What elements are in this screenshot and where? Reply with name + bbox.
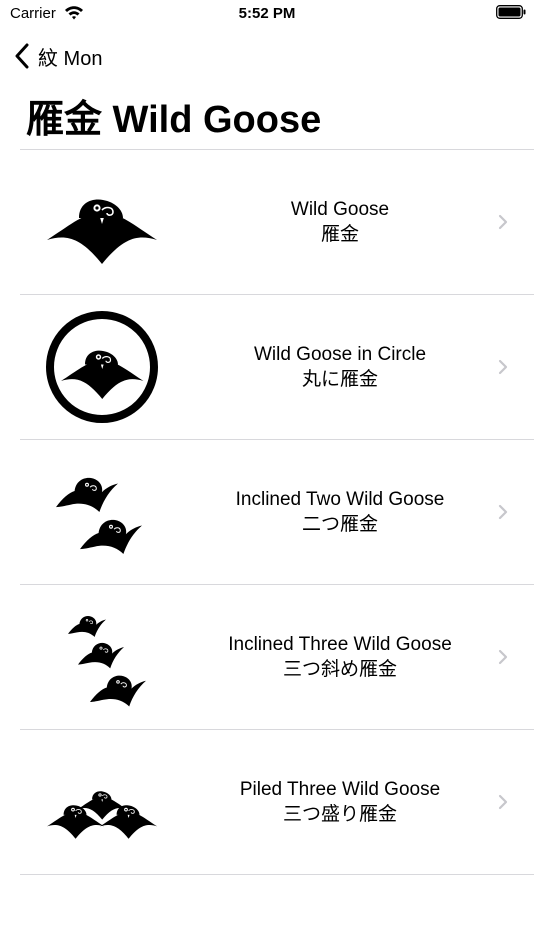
crest-list: Wild Goose 雁金 Wild Goose in Circle 丸に雁金 … — [20, 149, 534, 875]
row-title: Wild Goose in Circle — [253, 344, 427, 365]
battery-icon — [496, 5, 526, 19]
back-button-label: 紋 Mon — [38, 47, 103, 70]
row-subtitle: 丸に雁金 — [301, 368, 378, 390]
row-subtitle: 二つ雁金 — [301, 513, 378, 535]
list-item[interactable]: Inclined Two Wild Goose 二つ雁金 — [20, 439, 534, 584]
list-item[interactable]: Piled Three Wild Goose 三つ盛り雁金 — [20, 729, 534, 875]
chevron-right-icon — [498, 649, 508, 665]
list-item[interactable]: Wild Goose 雁金 — [20, 149, 534, 294]
clock: 5:52 PM — [238, 5, 296, 22]
page-title: 雁金 Wild Goose — [26, 99, 322, 141]
row-subtitle: 三つ斜め雁金 — [282, 658, 397, 680]
row-subtitle: 三つ盛り雁金 — [282, 803, 397, 825]
list-item[interactable]: Inclined Three Wild Goose 三つ斜め雁金 — [20, 584, 534, 729]
chevron-left-icon — [15, 43, 29, 69]
row-subtitle: 雁金 — [320, 223, 359, 245]
chevron-right-icon — [498, 504, 508, 520]
list-item[interactable]: Wild Goose in Circle 丸に雁金 — [20, 294, 534, 439]
back-button[interactable]: 紋 Mon — [14, 40, 102, 72]
row-title: Wild Goose — [290, 199, 390, 220]
wild-goose-crest-icon — [46, 198, 158, 265]
chevron-right-icon — [498, 794, 508, 810]
row-title: Inclined Three Wild Goose — [228, 634, 452, 655]
navigation-bar: 紋 Mon — [0, 36, 534, 76]
row-title: Piled Three Wild Goose — [239, 779, 441, 800]
status-bar: Carrier 5:52 PM — [0, 0, 534, 28]
chevron-right-icon — [498, 214, 508, 230]
inclined-three-wild-goose-crest-icon — [67, 615, 147, 707]
piled-three-wild-goose-crest-icon — [46, 790, 158, 840]
inclined-two-wild-goose-crest-icon — [55, 477, 143, 555]
chevron-right-icon — [498, 359, 508, 375]
wild-goose-in-circle-crest-icon — [46, 311, 158, 423]
row-title: Inclined Two Wild Goose — [235, 489, 445, 510]
